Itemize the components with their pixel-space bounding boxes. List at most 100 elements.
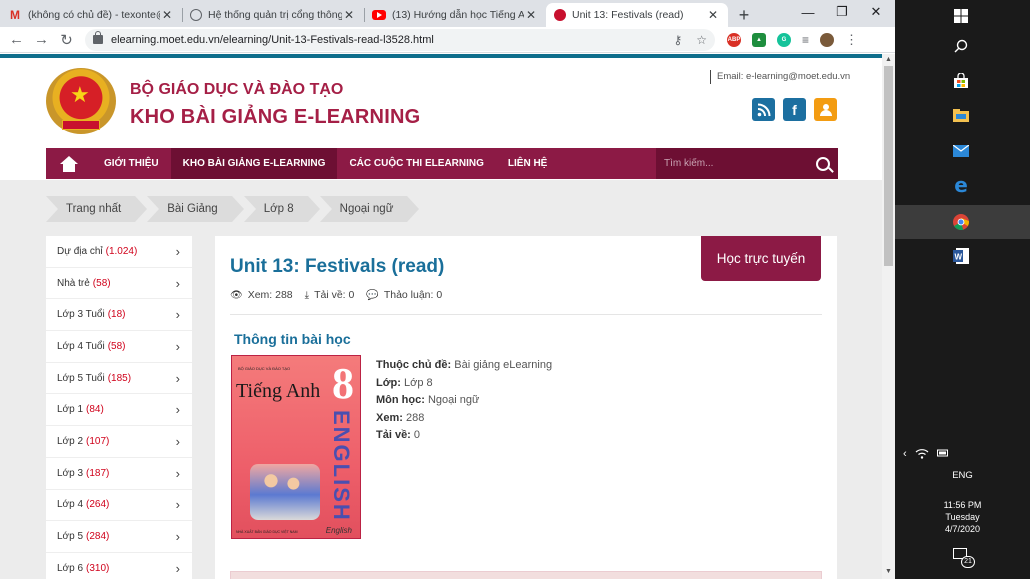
close-icon[interactable]: ✕ xyxy=(342,8,356,22)
clock-day: Tuesday xyxy=(945,512,980,522)
sidebar-item-label: Lớp 1 xyxy=(57,404,84,416)
sidebar-item[interactable]: Lớp 5 Tuổi (185) › xyxy=(46,363,192,395)
sidebar-item-label: Lớp 3 xyxy=(57,467,84,479)
web-page: ★ BỘ GIÁO DỤC VÀ ĐÀO TẠO KHO BÀI GIẢNG E… xyxy=(0,54,882,579)
new-tab-button[interactable]: + xyxy=(730,3,758,27)
forward-button[interactable]: → xyxy=(29,31,54,48)
reload-button[interactable]: ↻ xyxy=(54,31,79,49)
adblock-extension-icon[interactable]: ABP xyxy=(727,32,741,47)
views-stat: 👁 Xem: 288 xyxy=(230,289,293,301)
meta-row-views: Xem: 288 xyxy=(376,410,552,428)
nav-intro[interactable]: GIỚI THIỆU xyxy=(92,148,171,179)
home-icon xyxy=(60,155,78,172)
nav-elearning-library[interactable]: KHO BÀI GIẢNG E-LEARNING xyxy=(170,148,338,179)
sidebar-item[interactable]: Lớp 3 (187) › xyxy=(46,458,192,490)
chevron-right-icon: › xyxy=(175,433,180,449)
learn-online-button[interactable]: Học trực tuyến xyxy=(701,236,821,281)
windows-start-icon[interactable] xyxy=(947,2,975,30)
facebook-icon[interactable]: f xyxy=(783,98,806,121)
meta-row-downloads: Tải về: 0 xyxy=(376,427,552,445)
breadcrumb-home[interactable]: Trang nhất xyxy=(46,196,148,222)
sidebar-item[interactable]: Lớp 4 (264) › xyxy=(46,490,192,522)
sidebar-item[interactable]: Lớp 6 (310) › xyxy=(46,553,192,579)
browser-tab-gmail[interactable]: M (không có chủ đề) - texonte@gmai ✕ xyxy=(0,3,182,27)
nav-contact[interactable]: LIÊN HỆ xyxy=(496,148,559,179)
close-icon[interactable]: ✕ xyxy=(524,8,538,22)
sidebar-item-label: Lớp 4 Tuổi xyxy=(57,340,105,352)
page-scrollbar[interactable]: ▲ ▼ xyxy=(882,54,895,579)
sidebar-item[interactable]: Nhà trẻ (58) › xyxy=(46,268,192,300)
tab-title: Unit 13: Festivals (read) xyxy=(572,9,684,21)
sidebar-item[interactable]: Lớp 4 Tuổi (58) › xyxy=(46,331,192,363)
system-clock[interactable]: 11:56 PM Tuesday 4/7/2020 xyxy=(895,499,1030,535)
store-icon[interactable] xyxy=(947,67,975,95)
sidebar-item-label: Lớp 4 xyxy=(57,499,84,511)
site-organization[interactable]: BỘ GIÁO DỤC VÀ ĐÀO TẠO xyxy=(130,81,343,99)
action-center-button[interactable]: 21 xyxy=(953,548,975,568)
sidebar-item-label: Lớp 2 xyxy=(57,435,84,447)
minimize-button[interactable]: — xyxy=(791,0,825,24)
breadcrumb-lectures[interactable]: Bài Giảng xyxy=(147,196,244,222)
browser-tab-active[interactable]: Unit 13: Festivals (read) ✕ xyxy=(546,3,728,27)
back-button[interactable]: ← xyxy=(4,31,29,48)
meta-row-topic: Thuộc chủ đề: Bài giảng eLearning xyxy=(376,357,552,375)
wifi-icon[interactable] xyxy=(915,448,929,463)
extension-icon[interactable]: ▲ xyxy=(752,32,766,47)
close-window-button[interactable]: ✕ xyxy=(859,0,893,24)
chevron-right-icon: › xyxy=(175,560,180,576)
breadcrumb-subject[interactable]: Ngoại ngữ xyxy=(319,196,420,222)
scroll-up-arrow-icon[interactable]: ▲ xyxy=(885,56,892,63)
clock-date: 4/7/2020 xyxy=(944,524,981,534)
svg-text:W: W xyxy=(955,253,963,262)
address-bar[interactable]: elearning.moet.edu.vn/elearning/Unit-13-… xyxy=(85,28,715,51)
file-explorer-icon[interactable] xyxy=(947,101,975,129)
nav-contests[interactable]: CÁC CUỘC THI ELEARNING xyxy=(337,148,495,179)
contact-email[interactable]: Email: e-learning@moet.edu.vn xyxy=(710,70,850,84)
cover-publisher-bottom: NHÀ XUẤT BẢN GIÁO DỤC VIỆT NAM xyxy=(236,530,298,534)
browser-tab-youtube[interactable]: (13) Hướng dẫn học Tiếng Anh lớ ✕ xyxy=(364,3,546,27)
scrollbar-thumb[interactable] xyxy=(884,66,893,266)
search-icon[interactable] xyxy=(947,32,975,60)
book-cover-image[interactable]: BỘ GIÁO DỤC VÀ ĐÀO TẠO Tiếng Anh 8 ENGLI… xyxy=(231,355,361,539)
chrome-icon[interactable] xyxy=(947,208,975,236)
sidebar-item[interactable]: Lớp 1 (84) › xyxy=(46,394,192,427)
browser-tab-portal[interactable]: Hệ thống quản trị cổng thông tin ✕ xyxy=(182,3,364,27)
browser-tab-strip: M (không có chủ đề) - texonte@gmai ✕ Hệ … xyxy=(0,0,895,27)
search-icon[interactable] xyxy=(816,156,830,171)
home-button[interactable] xyxy=(46,148,92,179)
menu-dots-icon[interactable]: ⋮ xyxy=(845,32,858,48)
breadcrumb: Trang nhất Bài Giảng Lớp 8 Ngoại ngữ xyxy=(46,196,420,222)
sidebar-item[interactable]: Lớp 5 (284) › xyxy=(46,521,192,553)
bookmark-star-icon[interactable]: ☆ xyxy=(696,33,707,47)
emblem-icon xyxy=(554,9,566,21)
restore-button[interactable]: ❐ xyxy=(825,0,859,24)
search-input[interactable] xyxy=(664,158,816,169)
grammarly-extension-icon[interactable]: G xyxy=(777,32,791,47)
battery-icon[interactable] xyxy=(936,448,949,463)
profile-avatar[interactable] xyxy=(820,32,835,47)
notification-count: 21 xyxy=(961,556,975,568)
input-language[interactable]: ENG xyxy=(895,470,1030,481)
lesson-info-heading: Thông tin bài học xyxy=(234,331,351,347)
reading-list-icon[interactable]: ≡ xyxy=(802,33,809,47)
mail-icon[interactable] xyxy=(947,137,975,165)
sidebar-item[interactable]: Dự địa chỉ (1.024) › xyxy=(46,236,192,268)
chevron-up-icon[interactable]: ‹ xyxy=(903,448,907,463)
url-text: elearning.moet.edu.vn/elearning/Unit-13-… xyxy=(111,33,434,46)
national-emblem-logo[interactable]: ★ xyxy=(46,68,116,134)
meta-value: 288 xyxy=(405,411,425,424)
site-title[interactable]: KHO BÀI GIẢNG E-LEARNING xyxy=(130,106,420,129)
breadcrumb-grade[interactable]: Lớp 8 xyxy=(243,196,320,222)
close-icon[interactable]: ✕ xyxy=(160,8,174,22)
blogger-icon[interactable] xyxy=(814,98,837,121)
key-icon[interactable]: ⚷ xyxy=(673,33,682,47)
edge-icon[interactable]: e xyxy=(947,171,975,199)
meta-label: Thuộc chủ đề: xyxy=(376,359,452,371)
sidebar-item[interactable]: Lớp 3 Tuổi (18) › xyxy=(46,299,192,332)
word-icon[interactable]: W xyxy=(947,242,975,270)
lesson-stats: 👁 Xem: 288 ⤓ Tải về: 0 💬 Thảo luận: 0 xyxy=(230,289,442,301)
scroll-down-arrow-icon[interactable]: ▼ xyxy=(885,568,892,575)
close-icon[interactable]: ✕ xyxy=(706,8,720,22)
rss-icon[interactable] xyxy=(752,98,775,121)
sidebar-item[interactable]: Lớp 2 (107) › xyxy=(46,426,192,458)
